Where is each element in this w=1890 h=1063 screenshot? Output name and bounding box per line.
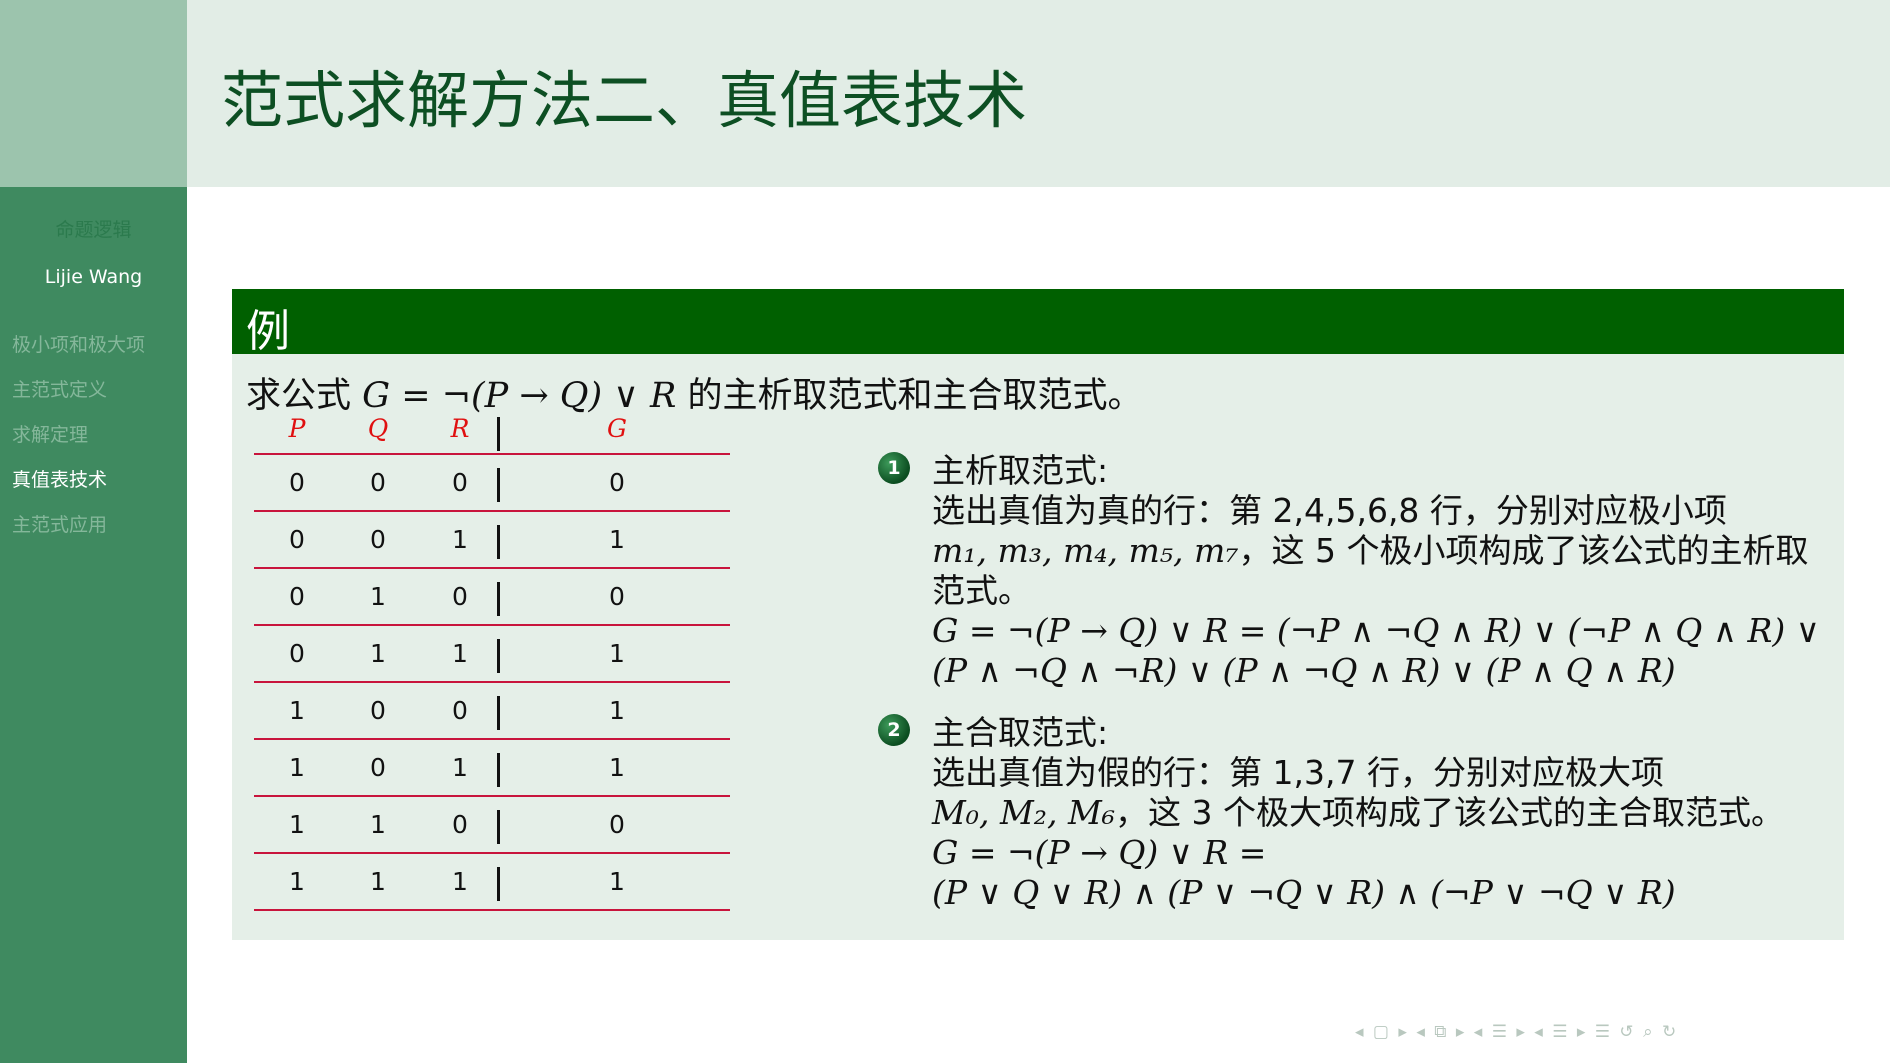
table-row: 0 1 0 0 (254, 569, 730, 626)
sidebar-item-minterms[interactable]: 极小项和极大项 (12, 330, 145, 357)
explanation-panel: 1 主析取范式: 选出真值为真的行：第 2,4,5,6,8 行，分别对应极小项 … (878, 451, 1838, 913)
table-cell: 1 (289, 810, 305, 839)
table-cell: 0 (289, 639, 305, 668)
slide-title: 范式求解方法二、真值表技术 (221, 64, 1028, 137)
table-cell: 1 (452, 639, 468, 668)
table-cell: 1 (370, 810, 386, 839)
numbered-bullet-icon: 1 (878, 452, 910, 484)
item-text: m₁, m₃, m₄, m₅, m₇，这 5 个极小项构成了该公式的主析取 (932, 531, 1838, 571)
table-cell: 0 (609, 468, 625, 497)
sidebar-logo-area (0, 0, 187, 187)
question-text: 求公式 G = ¬(P → Q) ∨ R 的主析取范式和主合取范式。 (246, 367, 1143, 418)
item-text-continued: ，这 5 个极小项构成了该公式的主析取 (1238, 531, 1809, 570)
dnf-formula-line-2: (P ∧ ¬Q ∧ ¬R) ∨ (P ∧ ¬Q ∧ R) ∨ (P ∧ Q ∧ … (932, 651, 1676, 690)
table-cell: 0 (370, 525, 386, 554)
example-block: 例 求公式 G = ¬(P → Q) ∨ R 的主析取范式和主合取范式。 P Q… (232, 289, 1844, 940)
sidebar-author: Lijie Wang (44, 266, 143, 288)
table-row: 1 1 1 1 (254, 854, 730, 911)
item-heading: 主合取范式: (932, 713, 1109, 752)
table-cell: 1 (452, 525, 468, 554)
sidebar-item-normal-form-definition[interactable]: 主范式定义 (12, 375, 107, 402)
header-cell-p: P (288, 414, 306, 443)
table-cell: 1 (289, 867, 305, 896)
table-cell: 1 (609, 639, 625, 668)
item-heading: 主析取范式: (932, 451, 1109, 490)
numbered-bullet-icon: 2 (878, 714, 910, 746)
header-cell-q: Q (367, 414, 389, 443)
table-cell: 0 (452, 468, 468, 497)
column-separator (497, 696, 500, 730)
question-suffix: 的主析取范式和主合取范式。 (687, 376, 1143, 416)
table-cell: 1 (289, 753, 305, 782)
sidebar-item-truth-table[interactable]: 真值表技术 (12, 465, 107, 492)
table-cell: 0 (289, 582, 305, 611)
column-separator (497, 639, 500, 673)
table-cell: 1 (370, 867, 386, 896)
table-row: 0 1 1 1 (254, 626, 730, 683)
table-cell: 1 (609, 696, 625, 725)
sidebar-item-theorem[interactable]: 求解定理 (12, 420, 88, 447)
column-separator (497, 582, 500, 616)
table-cell: 1 (452, 753, 468, 782)
table-cell: 1 (609, 867, 625, 896)
table-row: 0 0 1 1 (254, 512, 730, 569)
dnf-formula-line-1: G = ¬(P → Q) ∨ R = (¬P ∧ ¬Q ∧ R) ∨ (¬P ∧… (932, 611, 1820, 650)
item-text: 选出真值为假的行：第 1,3,7 行，分别对应极大项 (932, 753, 1664, 792)
table-cell: 1 (609, 525, 625, 554)
table-row: 0 0 0 0 (254, 455, 730, 512)
table-cell: 0 (289, 468, 305, 497)
cnf-formula-line-2: (P ∨ Q ∨ R) ∧ (P ∨ ¬Q ∨ R) ∧ (¬P ∨ ¬Q ∨ … (932, 873, 1676, 912)
column-separator (497, 525, 500, 559)
table-row: 1 0 0 1 (254, 683, 730, 740)
truth-table: P Q R G 0 0 0 0 0 0 1 1 0 1 0 0 0 1 1 1 … (254, 414, 730, 911)
table-cell: 0 (609, 810, 625, 839)
table-row: 1 1 0 0 (254, 797, 730, 854)
table-row: 1 0 1 1 (254, 740, 730, 797)
column-separator (497, 810, 500, 844)
item-text: M₀, M₂, M₆，这 3 个极大项构成了该公式的主合取范式。 (932, 793, 1838, 833)
table-cell: 0 (452, 696, 468, 725)
table-cell: 1 (289, 696, 305, 725)
sidebar-title[interactable]: 命题逻辑 (0, 215, 187, 242)
example-block-title: 例 (246, 306, 290, 357)
item-text-continued: ，这 3 个极大项构成了该公式的主合取范式。 (1115, 793, 1784, 832)
truth-table-header: P Q R G (254, 414, 730, 455)
maxterm-list: M₀, M₂, M₆ (932, 793, 1116, 832)
table-cell: 0 (370, 696, 386, 725)
question-formula: G = ¬(P → Q) ∨ R (362, 376, 677, 416)
table-cell: 1 (609, 753, 625, 782)
table-cell: 0 (452, 582, 468, 611)
table-cell: 0 (370, 468, 386, 497)
header-cell-r: R (450, 414, 470, 443)
minterm-list: m₁, m₃, m₄, m₅, m₇ (932, 531, 1239, 570)
table-cell: 1 (452, 867, 468, 896)
sidebar: 命题逻辑 Lijie Wang 极小项和极大项 主范式定义 求解定理 真值表技术… (0, 0, 187, 1063)
cnf-formula-line-1: G = ¬(P → Q) ∨ R = (932, 833, 1267, 872)
table-cell: 0 (370, 753, 386, 782)
item-text: 选出真值为真的行：第 2,4,5,6,8 行，分别对应极小项 (932, 491, 1727, 530)
table-cell: 0 (289, 525, 305, 554)
table-cell: 1 (370, 639, 386, 668)
table-cell: 0 (452, 810, 468, 839)
header-cell-g: G (607, 414, 627, 443)
example-block-header: 例 (232, 289, 1844, 357)
beamer-navigation-controls[interactable]: ◂ ▢ ▸ ◂ ⧉ ▸ ◂ ☰ ▸ ◂ ☰ ▸ ☰ ↺ ⌕ ↻ (1355, 1022, 1678, 1042)
column-separator (497, 417, 500, 451)
list-item-cnf: 2 主合取范式: 选出真值为假的行：第 1,3,7 行，分别对应极大项 M₀, … (878, 713, 1838, 913)
question-prefix: 求公式 (246, 376, 352, 416)
column-separator (497, 468, 500, 502)
column-separator (497, 867, 500, 901)
column-separator (497, 753, 500, 787)
table-cell: 0 (609, 582, 625, 611)
item-text: 范式。 (932, 571, 1031, 610)
sidebar-item-applications[interactable]: 主范式应用 (12, 510, 107, 537)
table-cell: 1 (370, 582, 386, 611)
list-item-dnf: 1 主析取范式: 选出真值为真的行：第 2,4,5,6,8 行，分别对应极小项 … (878, 451, 1838, 691)
